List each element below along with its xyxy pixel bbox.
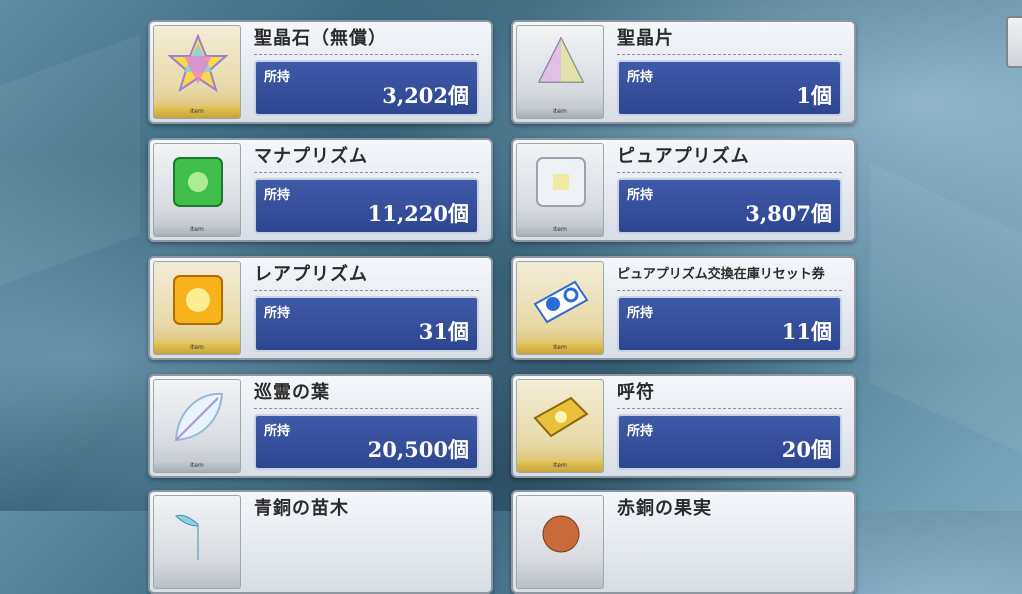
item-name: 巡霊の葉 — [254, 382, 330, 403]
divider — [617, 290, 842, 291]
background-facet — [870, 162, 1022, 458]
owned-count: 31個 — [418, 319, 469, 344]
item-name: レアプリズム — [254, 264, 368, 285]
item-card[interactable]: Item レアプリズム 所持 31個 — [148, 256, 493, 360]
divider — [254, 408, 479, 409]
item-thumbnail: Item — [153, 143, 241, 237]
divider — [254, 54, 479, 55]
item-badge: Item — [517, 224, 603, 236]
item-thumbnail: Item — [153, 25, 241, 119]
owned-count: 3,807個 — [745, 201, 832, 226]
owned-label: 所持 — [264, 188, 291, 203]
item-badge: Item — [517, 342, 603, 354]
item-card[interactable]: 青銅の苗木 — [148, 490, 493, 594]
divider — [617, 408, 842, 409]
item-card[interactable]: Item ピュアプリズム交換在庫リセット券 所持 11個 — [511, 256, 856, 360]
divider — [254, 172, 479, 173]
item-name: 聖晶石（無償） — [254, 28, 387, 49]
owned-panel: 所持 31個 — [254, 296, 479, 352]
item-thumbnail — [153, 495, 241, 589]
mana-prism-icon — [173, 157, 223, 207]
owned-label: 所持 — [627, 70, 654, 85]
bronze-sapling-icon — [175, 514, 199, 560]
item-card[interactable]: Item マナプリズム 所持 11,220個 — [148, 138, 493, 242]
item-name: 赤銅の果実 — [617, 498, 712, 519]
owned-label: 所持 — [264, 70, 291, 85]
owned-panel: 所持 11,220個 — [254, 178, 479, 234]
owned-count: 20個 — [781, 437, 832, 462]
item-badge: Item — [154, 342, 240, 354]
item-name: ピュアプリズム交換在庫リセット券 — [617, 267, 825, 282]
item-name: 呼符 — [617, 382, 655, 403]
spirit-leaf-icon — [174, 392, 224, 442]
owned-label: 所持 — [264, 424, 291, 439]
owned-count: 11個 — [781, 319, 832, 344]
item-badge: Item — [517, 460, 603, 472]
owned-count: 20,500個 — [367, 437, 469, 462]
owned-label: 所持 — [264, 306, 291, 321]
item-thumbnail: Item — [516, 379, 604, 473]
owned-count: 11,220個 — [367, 201, 469, 226]
item-badge: Item — [154, 460, 240, 472]
background-facet — [0, 34, 140, 286]
item-card[interactable]: 赤銅の果実 — [511, 490, 856, 594]
owned-panel: 所持 1個 — [617, 60, 842, 116]
owned-count: 3,202個 — [382, 83, 469, 108]
item-thumbnail: Item — [153, 379, 241, 473]
item-card[interactable]: Item 聖晶石（無償） 所持 3,202個 — [148, 20, 493, 124]
owned-panel: 所持 20個 — [617, 414, 842, 470]
pure-prism-icon — [536, 157, 586, 207]
divider — [617, 172, 842, 173]
item-badge: Item — [154, 106, 240, 118]
reset-ticket-icon — [533, 280, 589, 324]
owned-count: 1個 — [796, 83, 832, 108]
item-name: 聖晶片 — [617, 28, 674, 49]
item-card[interactable]: Item 聖晶片 所持 1個 — [511, 20, 856, 124]
rare-prism-icon — [173, 275, 223, 325]
owned-panel: 所持 20,500個 — [254, 414, 479, 470]
scroll-handle[interactable] — [1006, 16, 1022, 68]
divider — [617, 54, 842, 55]
saint-quartz-icon — [168, 34, 228, 93]
item-badge: Item — [154, 224, 240, 236]
item-name: 青銅の苗木 — [254, 498, 349, 519]
quartz-fragment-icon — [537, 36, 585, 83]
owned-panel: 所持 11個 — [617, 296, 842, 352]
item-badge: Item — [517, 106, 603, 118]
item-thumbnail: Item — [516, 143, 604, 237]
item-name: ピュアプリズム — [617, 146, 750, 167]
divider — [254, 290, 479, 291]
owned-label: 所持 — [627, 424, 654, 439]
owned-panel: 所持 3,807個 — [617, 178, 842, 234]
item-card[interactable]: Item 呼符 所持 20個 — [511, 374, 856, 478]
item-card[interactable]: Item ピュアプリズム 所持 3,807個 — [511, 138, 856, 242]
item-thumbnail: Item — [516, 25, 604, 119]
item-thumbnail — [516, 495, 604, 589]
item-card[interactable]: Item 巡霊の葉 所持 20,500個 — [148, 374, 493, 478]
owned-label: 所持 — [627, 188, 654, 203]
item-thumbnail: Item — [516, 261, 604, 355]
copper-fruit-icon — [542, 515, 580, 553]
owned-panel: 所持 3,202個 — [254, 60, 479, 116]
item-name: マナプリズム — [254, 146, 368, 167]
owned-label: 所持 — [627, 306, 654, 321]
item-thumbnail: Item — [153, 261, 241, 355]
summon-ticket-icon — [533, 396, 589, 438]
